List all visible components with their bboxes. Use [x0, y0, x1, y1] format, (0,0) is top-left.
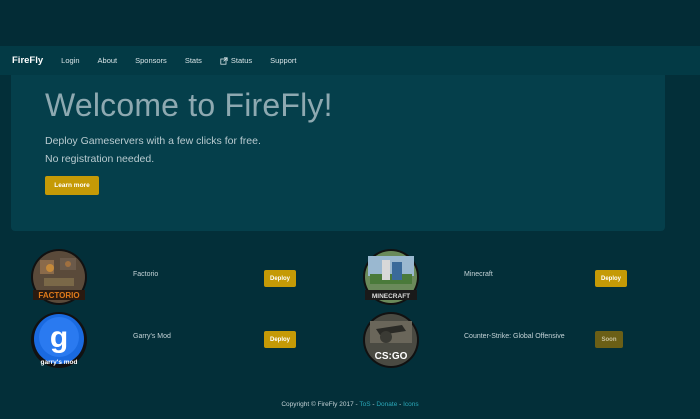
nav-status[interactable]: Status — [220, 56, 252, 65]
learn-more-button[interactable]: Learn more — [45, 176, 99, 195]
svg-text:g: g — [50, 321, 68, 354]
soon-csgo-button: Soon — [595, 331, 623, 348]
nav-login-label: Login — [61, 56, 80, 65]
csgo-logo-icon: CS:GO — [363, 312, 419, 368]
footer: Copyright © FireFly 2017 - ToS - Donate … — [0, 401, 700, 408]
nav-login[interactable]: Login — [61, 56, 79, 65]
nav-about-label: About — [97, 56, 118, 65]
nav-support-label: Support — [270, 56, 297, 65]
svg-text:garry's mod: garry's mod — [41, 359, 78, 366]
tos-link[interactable]: ToS — [359, 401, 370, 408]
icons-link[interactable]: Icons — [403, 401, 419, 408]
nav-about[interactable]: About — [98, 56, 118, 65]
navbar: FireFly Login About Sponsors Stats Statu… — [0, 46, 700, 75]
hero-subtitle: Deploy Gameservers with a few clicks for… — [45, 135, 261, 147]
copyright-text: Copyright © FireFly 2017 - — [281, 401, 360, 408]
deploy-garrys-mod-button[interactable]: Deploy — [264, 331, 296, 348]
svg-text:MINECRAFT: MINECRAFT — [372, 293, 410, 300]
factorio-logo-icon: FACTORIO — [31, 249, 87, 305]
hero-title: Welcome to FireFly! — [45, 87, 333, 123]
brand-logo[interactable]: FireFly — [12, 55, 43, 66]
nav-stats[interactable]: Stats — [185, 56, 202, 65]
svg-text:FACTORIO: FACTORIO — [38, 291, 79, 300]
game-name-garrys-mod: Garry's Mod — [133, 333, 171, 340]
nav-sponsors-label: Sponsors — [135, 56, 167, 65]
nav-support[interactable]: Support — [270, 56, 296, 65]
deploy-factorio-button[interactable]: Deploy — [264, 270, 296, 287]
donate-link[interactable]: Donate — [376, 401, 397, 408]
top-strip — [0, 0, 700, 46]
hero-jumbotron: Welcome to FireFly! Deploy Gameservers w… — [11, 75, 665, 231]
game-name-minecraft: Minecraft — [464, 271, 493, 278]
game-name-csgo: Counter-Strike: Global Offensive — [464, 333, 565, 340]
minecraft-logo-icon: MINECRAFT — [363, 249, 419, 305]
nav-stats-label: Stats — [184, 56, 202, 65]
svg-text:CS:GO: CS:GO — [375, 351, 408, 362]
nav-status-label: Status — [230, 56, 253, 65]
nav-sponsors[interactable]: Sponsors — [135, 56, 167, 65]
garrys-mod-logo-icon: g garry's mod — [31, 312, 87, 368]
external-link-icon — [220, 56, 228, 65]
hero-note: No registration needed. — [45, 153, 155, 165]
game-name-factorio: Factorio — [133, 271, 159, 278]
deploy-minecraft-button[interactable]: Deploy — [595, 270, 627, 287]
